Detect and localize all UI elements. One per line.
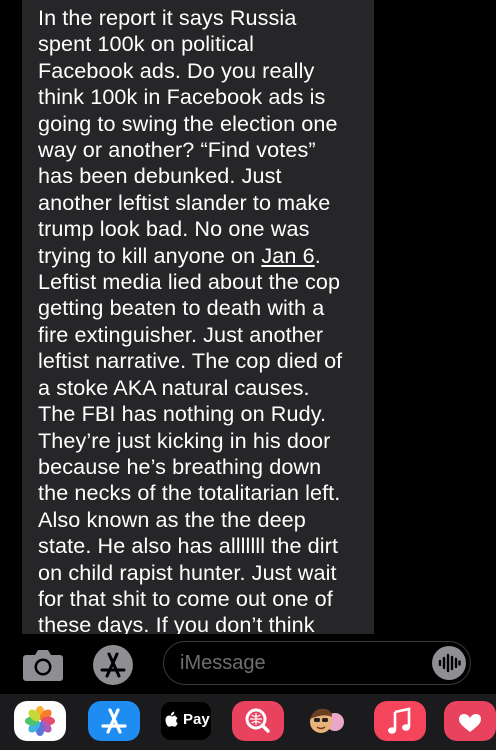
app-store-icon[interactable] (88, 701, 140, 741)
message-body-continued: . Leftist media lied about the cop getti… (38, 242, 343, 634)
message-thread[interactable]: In the report it says Russia spent 100k … (0, 0, 496, 634)
apple-pay-label: Pay (183, 711, 210, 728)
memoji-icon[interactable] (304, 701, 356, 741)
apps-button-icon[interactable] (91, 643, 135, 687)
digital-touch-icon[interactable] (444, 701, 496, 741)
message-text: In the report it says Russia spent 100k … (38, 5, 370, 634)
music-icon[interactable] (374, 701, 426, 741)
voice-message-icon[interactable] (431, 645, 467, 681)
date-link[interactable]: Jan 6 (261, 243, 314, 268)
search-images-icon[interactable] (232, 701, 284, 741)
photos-app-icon[interactable] (14, 701, 66, 741)
message-body: In the report it says Russia spent 100k … (38, 5, 338, 268)
camera-icon[interactable] (22, 645, 64, 683)
message-input-placeholder: iMessage (180, 652, 266, 674)
